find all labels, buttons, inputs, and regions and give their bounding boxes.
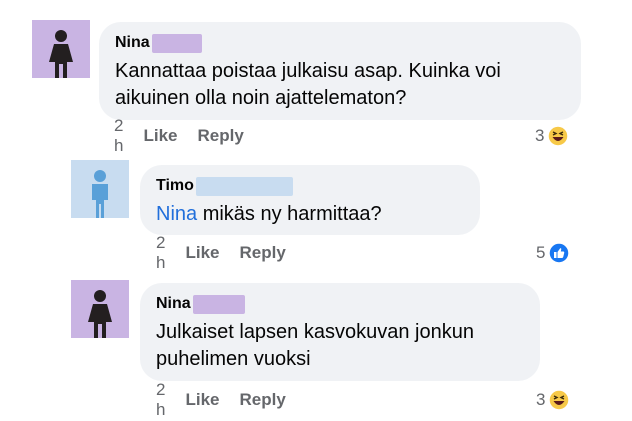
avatar[interactable] xyxy=(71,280,129,338)
avatar[interactable] xyxy=(32,20,90,78)
timestamp[interactable]: 2 h xyxy=(156,380,165,420)
reaction-summary[interactable]: 5 xyxy=(536,242,571,264)
comment-actions: 2 h Like Reply xyxy=(156,233,306,272)
reaction-count: 3 xyxy=(536,390,546,409)
redacted-name xyxy=(195,176,293,196)
like-link[interactable]: Like xyxy=(143,126,177,146)
comment-text: Julkaiset lapsen kasvokuvan jonkun puhel… xyxy=(156,321,474,370)
comment-actions: 2 h Like Reply xyxy=(156,380,306,419)
haha-reaction-icon xyxy=(548,389,571,411)
reply-link[interactable]: Reply xyxy=(240,243,286,263)
reply-link[interactable]: Reply xyxy=(198,126,244,146)
comment-bubble: Nina Julkaiset lapsen kasvokuvan jonkun … xyxy=(140,283,540,381)
haha-reaction-icon xyxy=(547,125,570,147)
like-reaction-icon xyxy=(548,242,571,264)
timestamp[interactable]: 2 h xyxy=(114,116,123,156)
male-user-icon xyxy=(92,170,108,218)
comment-text-body: mikäs ny harmittaa? xyxy=(197,203,382,225)
like-link[interactable]: Like xyxy=(185,390,219,410)
comment-text: Nina mikäs ny harmittaa? xyxy=(156,201,464,228)
like-link[interactable]: Like xyxy=(185,243,219,263)
comment-bubble: Timo Nina mikäs ny harmittaa? xyxy=(140,165,480,235)
timestamp[interactable]: 2 h xyxy=(156,233,165,273)
comment-actions: 2 h Like Reply xyxy=(114,116,264,155)
reaction-summary[interactable]: 3 xyxy=(535,125,570,147)
female-user-icon xyxy=(49,30,73,78)
avatar[interactable] xyxy=(71,160,129,218)
mention-link[interactable]: Nina xyxy=(156,203,197,225)
female-user-icon xyxy=(88,290,112,338)
redacted-name xyxy=(192,294,245,314)
comment-bubble: Nina Kannattaa poistaa julkaisu asap. Ku… xyxy=(99,22,581,120)
reaction-count: 3 xyxy=(535,126,545,145)
reply-link[interactable]: Reply xyxy=(240,390,286,410)
author-name[interactable]: Timo xyxy=(156,177,194,195)
reaction-count: 5 xyxy=(536,243,546,262)
comment-text: Kannattaa poistaa julkaisu asap. Kuinka … xyxy=(115,60,501,109)
reaction-summary[interactable]: 3 xyxy=(536,389,571,411)
redacted-name xyxy=(151,33,202,53)
author-name[interactable]: Nina xyxy=(156,295,191,313)
author-name[interactable]: Nina xyxy=(115,34,150,52)
